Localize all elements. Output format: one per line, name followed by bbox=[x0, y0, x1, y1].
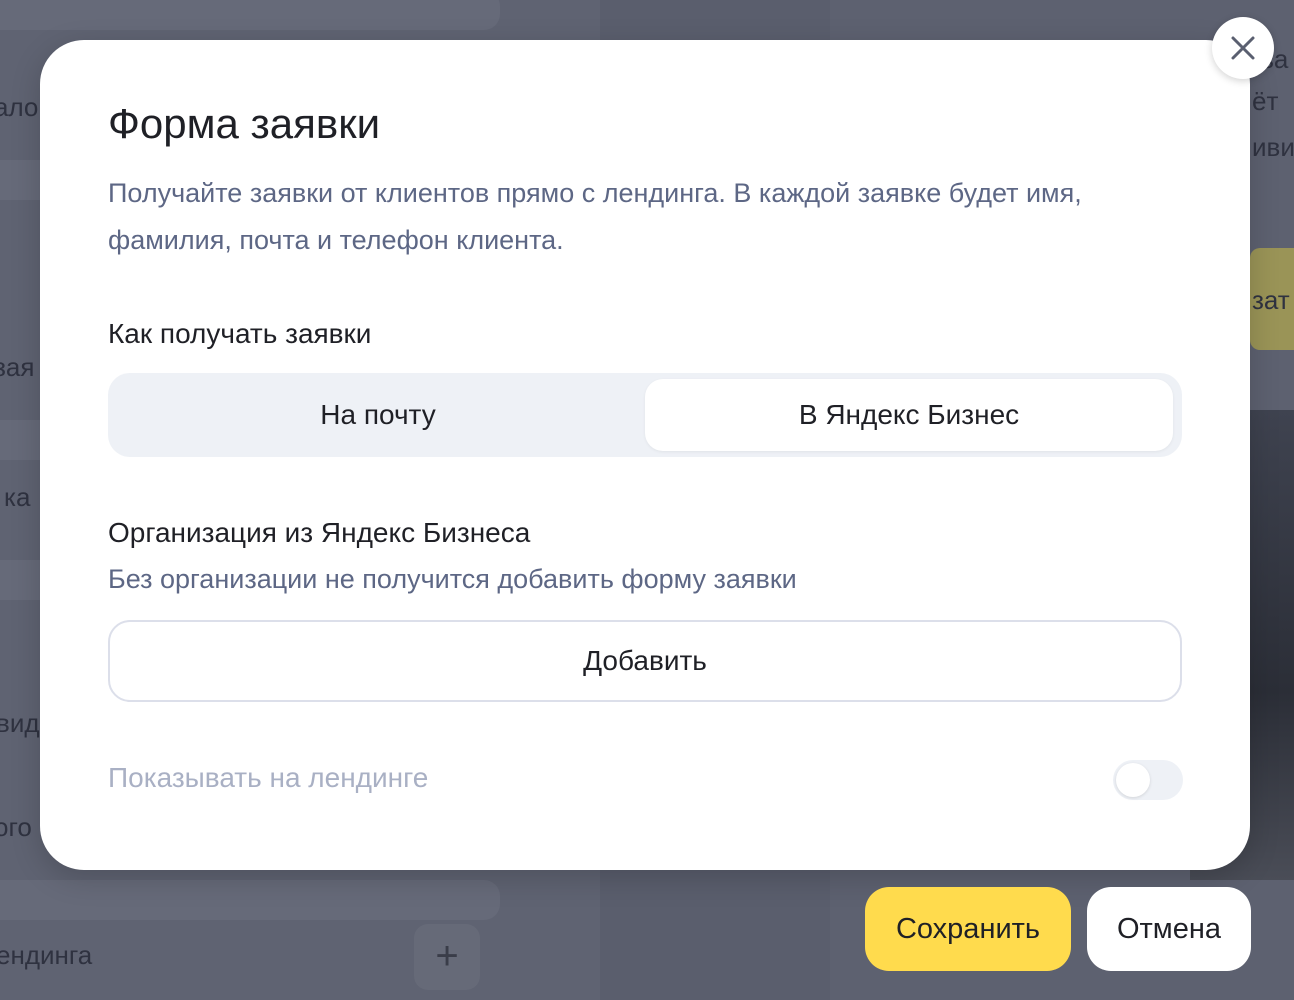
background-text: ало bbox=[0, 92, 39, 122]
show-on-landing-label: Показывать на лендинге bbox=[108, 762, 429, 793]
toggle-knob bbox=[1116, 763, 1150, 797]
background-text: ендинга bbox=[0, 940, 93, 970]
background-card bbox=[0, 0, 500, 30]
organization-hint: Без организации не получится добавить фо… bbox=[108, 564, 797, 594]
request-form-modal: Форма заявки Получайте заявки от клиенто… bbox=[40, 40, 1250, 870]
organization-label: Организация из Яндекс Бизнеса bbox=[108, 517, 531, 548]
modal-title: Форма заявки bbox=[108, 100, 381, 147]
close-icon bbox=[1231, 36, 1255, 60]
delivery-method-label: Как получать заявки bbox=[108, 318, 372, 349]
close-button[interactable] bbox=[1212, 17, 1274, 79]
background-card bbox=[0, 880, 500, 920]
delivery-option-email[interactable]: На почту bbox=[114, 379, 642, 451]
background-text: ого bbox=[0, 812, 32, 842]
background-add-button: + bbox=[414, 924, 480, 990]
background-text: ка bbox=[4, 482, 31, 512]
background-text: зая bbox=[0, 352, 35, 382]
modal-subtitle: Получайте заявки от клиентов прямо с лен… bbox=[108, 178, 1082, 255]
add-organization-button[interactable]: Добавить bbox=[108, 620, 1182, 702]
background-text: иви bbox=[1252, 132, 1294, 162]
background-text: ёт bbox=[1252, 86, 1279, 116]
background-text: вид bbox=[0, 708, 40, 738]
background-text: зат bbox=[1252, 285, 1290, 315]
cancel-button[interactable]: Отмена bbox=[1087, 887, 1251, 971]
save-button[interactable]: Сохранить bbox=[865, 887, 1071, 971]
show-on-landing-toggle[interactable] bbox=[1113, 760, 1183, 800]
delivery-method-switch: На почту В Яндекс Бизнес bbox=[108, 373, 1182, 457]
delivery-option-yandex-business[interactable]: В Яндекс Бизнес bbox=[645, 379, 1173, 451]
